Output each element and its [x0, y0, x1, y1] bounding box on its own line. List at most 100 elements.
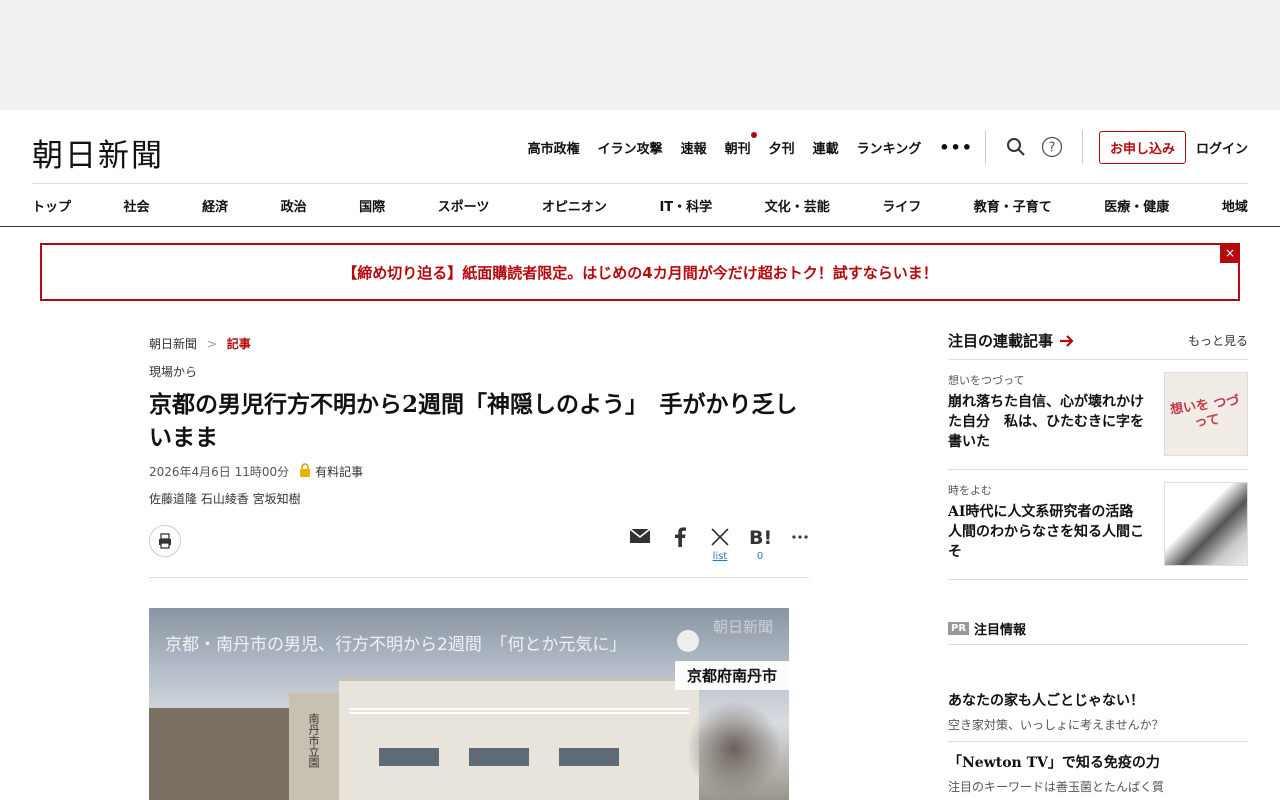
print-icon[interactable] [149, 525, 181, 557]
x-list-link[interactable]: list [713, 551, 728, 562]
photo-window [469, 748, 529, 766]
pr-item-headline: 「Newton TV」で知る免疫の力 [948, 755, 1160, 771]
sidebar-title[interactable]: 注目の連載記事 [948, 330, 1075, 351]
sidebar-series: 注目の連載記事 もっと見る 想いをつづって 崩れ落ちた自信、心が壊れかけた自分 … [948, 330, 1248, 580]
sidebar-article[interactable]: 想いをつづって 崩れ落ちた自信、心が壊れかけた自分 私は、ひたむきに字を書いた … [948, 360, 1248, 470]
article-date: 2026年4月6日 11時00分 [149, 465, 290, 479]
pr-section-header: PR 注目情報 [948, 619, 1248, 645]
topnav-link-morning[interactable]: 朝刊 [724, 131, 757, 157]
photo-sphere [677, 630, 699, 652]
svg-text:B!: B! [749, 527, 771, 547]
breadcrumb-current[interactable]: 記事 [227, 337, 251, 351]
category-life[interactable]: ライフ [882, 196, 921, 215]
hatena-bookmark-icon: B! [749, 527, 771, 547]
promo-text: 【締め切り迫る】紙面購読者限定。はじめの4カ月間が今だけ超おトク！試すならいま！ [342, 263, 938, 282]
photo-gate-pillar: 南丹市立園 [289, 693, 339, 800]
share-hatena[interactable]: B! 0 [740, 527, 780, 562]
pr-item[interactable]: あなたの家も人ごとじゃない！ 空き家対策、いっしょに考えませんか？ [948, 690, 1248, 733]
login-link[interactable]: ログイン [1196, 138, 1248, 157]
category-education[interactable]: 教育・子育て [974, 196, 1052, 215]
sidebar-article-tag: 想いをつづって [948, 374, 1025, 387]
article-kicker[interactable]: 現場から [149, 363, 197, 380]
hatena-count: 0 [756, 551, 764, 562]
share-more[interactable] [780, 527, 820, 547]
share-x[interactable]: list [700, 527, 740, 562]
article-headline: 京都の男児行方不明から2週間「神隠しのよう」 手がかり乏しいまま [149, 391, 798, 451]
photo-watermark: 朝日新聞 [712, 618, 773, 636]
sidebar-more-link[interactable]: もっと見る [1188, 332, 1248, 349]
category-region[interactable]: 地域 [1222, 196, 1248, 215]
breadcrumb-home[interactable]: 朝日新聞 [149, 337, 197, 351]
topnav-link-series[interactable]: 連載 [813, 138, 839, 157]
pr-item-description: 注目のキーワードは善玉菌とたんぱく質 [948, 780, 1165, 794]
topnav-link-breaking[interactable]: 速報 [681, 138, 707, 157]
article-authors: 佐藤道隆 石山綾香 宮坂知樹 [149, 492, 301, 506]
masthead: 朝日新聞 高市政権 イラン攻撃 速報 朝刊 夕刊 連載 ランキング ••• ? … [0, 110, 1280, 183]
category-opinion[interactable]: オピニオン [542, 196, 607, 215]
top-ad-banner [0, 0, 1280, 110]
category-it-science[interactable]: IT・科学 [659, 196, 712, 215]
category-sports[interactable]: スポーツ [438, 196, 490, 215]
category-health[interactable]: 医療・健康 [1104, 196, 1169, 215]
top-navigation: 高市政権 イラン攻撃 速報 朝刊 夕刊 連載 ランキング ••• ? お申し込み… [510, 130, 1248, 164]
photo-location-label: 京都府南丹市 [674, 661, 789, 690]
article-photo[interactable]: 南丹市立園 京都・南丹市の男児、行方不明から2週間 「何とか元気に」 朝日新聞 … [149, 608, 789, 800]
photo-window [559, 748, 619, 766]
divider [984, 130, 986, 164]
svg-text:?: ? [1049, 141, 1056, 156]
photo-window [379, 748, 439, 766]
category-society[interactable]: 社会 [124, 196, 150, 215]
thumbnail-logo-text: 想いを つづって [1169, 393, 1241, 431]
topnav-link-ranking[interactable]: ランキング [857, 138, 922, 157]
search-icon[interactable] [1004, 135, 1028, 159]
category-underline [0, 226, 1280, 227]
pr-label: 注目情報 [974, 623, 1027, 638]
share-divider [149, 577, 809, 578]
topnav-link-evening[interactable]: 夕刊 [769, 138, 795, 157]
promo-banner[interactable]: 【締め切り迫る】紙面購読者限定。はじめの4カ月間が今だけ超おトク！試すならいま！… [40, 243, 1240, 301]
category-economy[interactable]: 経済 [202, 196, 228, 215]
share-facebook[interactable] [660, 527, 700, 547]
sidebar-article[interactable]: 時をよむ AI時代に人文系研究者の活路 人間のわからなさを知る人間こそ [948, 470, 1248, 580]
sidebar-header: 注目の連載記事 もっと見る [948, 330, 1248, 360]
share-bar: list B! 0 [620, 527, 820, 562]
pr-item-description: 空き家対策、いっしょに考えませんか？ [948, 718, 1164, 732]
facebook-icon [675, 527, 686, 547]
help-icon[interactable]: ? [1040, 135, 1064, 159]
arrow-right-icon [1060, 334, 1074, 347]
mail-icon [629, 528, 651, 543]
share-mail[interactable] [620, 527, 660, 545]
more-menu-icon[interactable]: ••• [939, 138, 973, 157]
category-culture[interactable]: 文化・芸能 [765, 196, 830, 215]
sidebar-article-title: AI時代に人文系研究者の活路 人間のわからなさを知る人間こそ [948, 504, 1148, 560]
paid-article-label: 有料記事 [315, 465, 364, 479]
sidebar-title-text: 注目の連載記事 [948, 332, 1054, 350]
sidebar-article-thumbnail [1164, 482, 1248, 566]
photo-tree [689, 698, 779, 800]
breadcrumb: 朝日新聞 > 記事 [149, 335, 251, 352]
category-politics[interactable]: 政治 [281, 196, 307, 215]
subscribe-button[interactable]: お申し込み [1098, 130, 1186, 164]
lock-icon [299, 463, 311, 480]
photo-building [339, 678, 699, 800]
site-logo[interactable]: 朝日新聞 [32, 130, 164, 175]
x-icon [711, 528, 729, 546]
pr-badge: PR [948, 622, 970, 635]
category-international[interactable]: 国際 [359, 196, 385, 215]
pr-item[interactable]: 「Newton TV」で知る免疫の力 注目のキーワードは善玉菌とたんぱく質 [948, 741, 1248, 795]
topnav-link-iran[interactable]: イラン攻撃 [598, 138, 663, 157]
pillar-text: 南丹市立園 [307, 713, 320, 768]
sidebar-article-tag: 時をよむ [948, 484, 992, 497]
sidebar-article-thumbnail: 想いを つづって [1164, 372, 1248, 456]
category-top[interactable]: トップ [32, 196, 71, 215]
sidebar-article-title: 崩れ落ちた自信、心が壊れかけた自分 私は、ひたむきに字を書いた [948, 394, 1144, 450]
breadcrumb-separator: > [206, 337, 217, 351]
new-dot-indicator [750, 131, 757, 138]
topnav-link-morning-label: 朝刊 [724, 141, 751, 157]
topnav-link-takaichi[interactable]: 高市政権 [528, 138, 580, 157]
pr-item-headline: あなたの家も人ごとじゃない！ [948, 693, 1144, 709]
article-meta: 2026年4月6日 11時00分 有料記事 [149, 463, 363, 480]
divider [1081, 130, 1083, 164]
category-navigation: トップ 社会 経済 政治 国際 スポーツ オピニオン IT・科学 文化・芸能 ラ… [32, 183, 1248, 226]
close-icon[interactable]: × [1220, 243, 1240, 263]
